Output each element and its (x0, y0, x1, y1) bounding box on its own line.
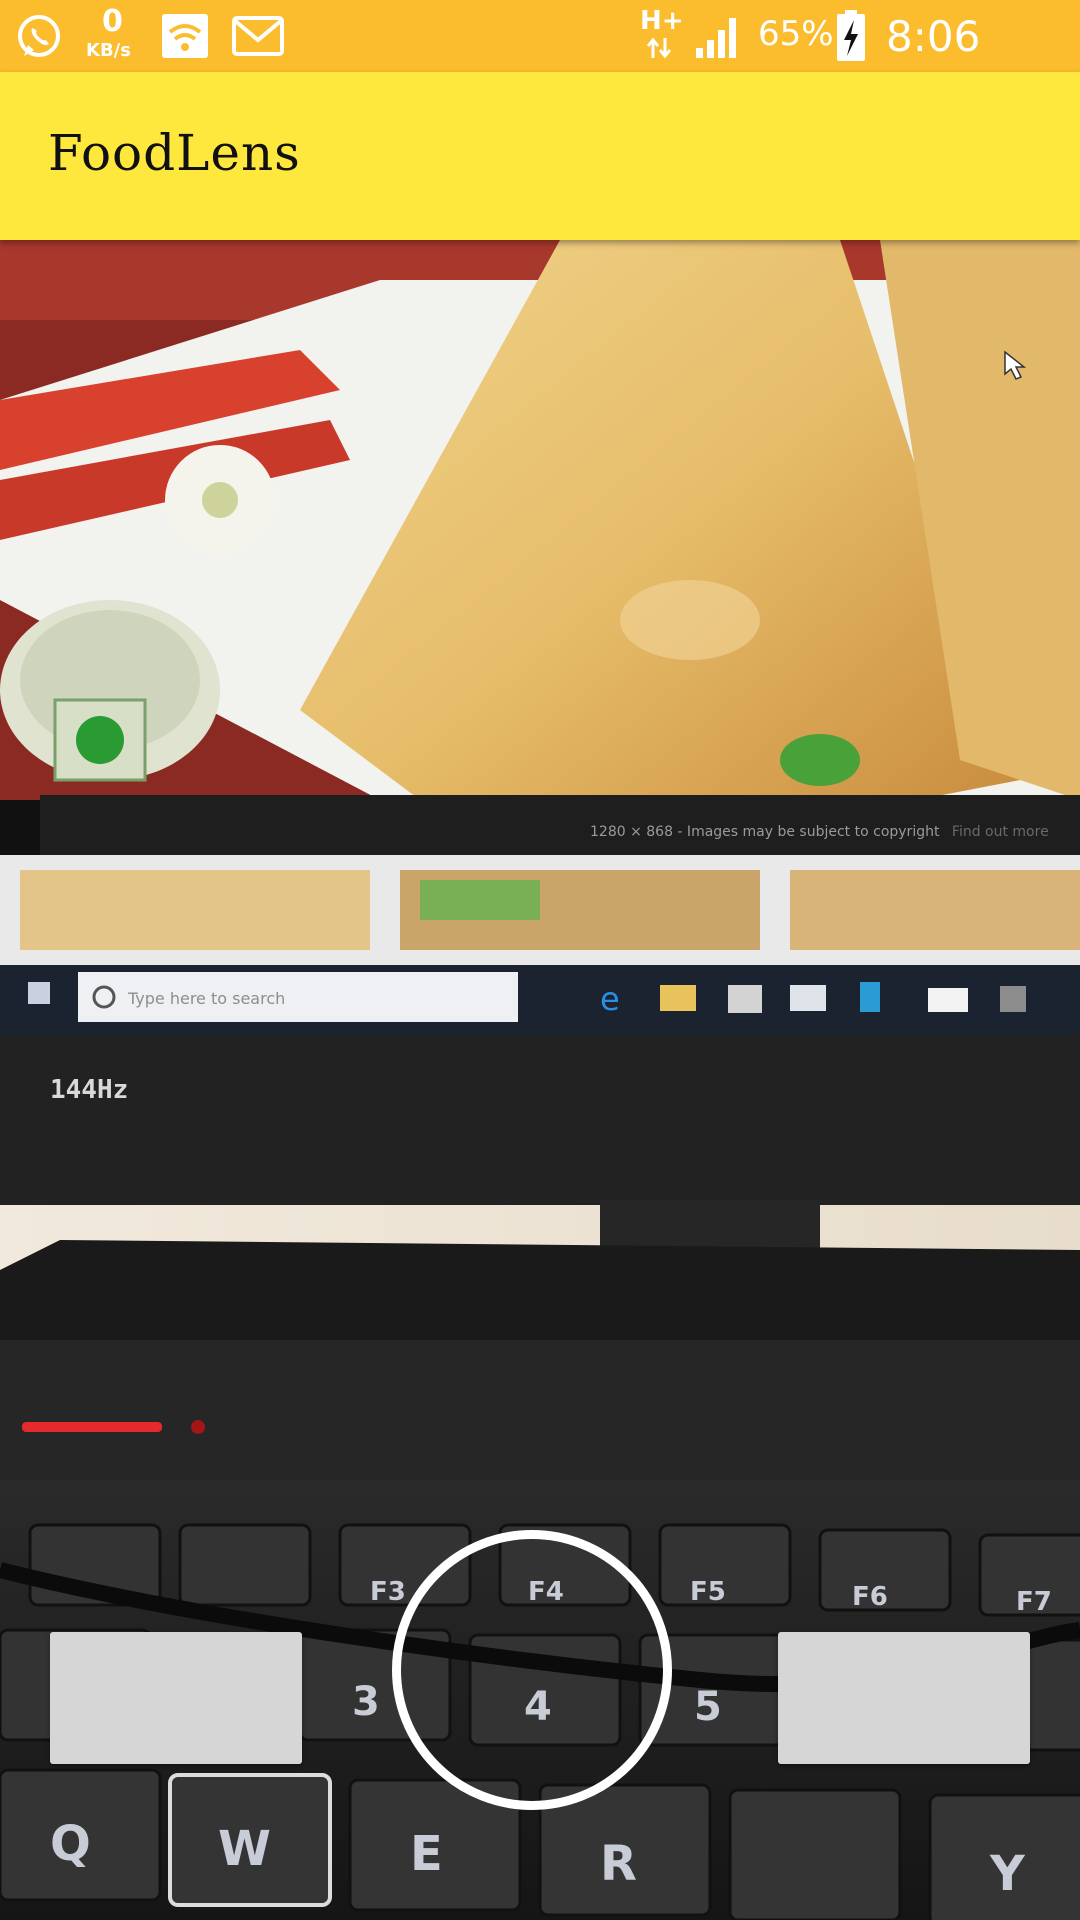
flower-garnish (165, 445, 275, 555)
key-f3: F3 (370, 1577, 406, 1607)
data-speed-unit: KB/s (86, 40, 131, 61)
status-bar: 0 KB/s H+ 65% 8:06 a.m. (0, 0, 1080, 110)
data-arrows-icon (646, 37, 672, 59)
wifi-icon (162, 14, 208, 58)
key-q: Q (50, 1816, 91, 1872)
battery-charging-icon (837, 10, 865, 61)
key-e: E (410, 1826, 443, 1882)
key-f5: F5 (690, 1577, 726, 1607)
gmail-icon (232, 16, 284, 56)
key-3: 3 (352, 1679, 380, 1725)
key-y: Y (989, 1846, 1026, 1902)
battery-percent: 65% (758, 14, 834, 54)
key-f7: F7 (1016, 1587, 1052, 1617)
shutter-button[interactable] (392, 1530, 672, 1810)
signal-icon (696, 18, 736, 58)
key-5: 5 (694, 1684, 722, 1730)
monitor-badge: 144Hz (50, 1075, 128, 1105)
whatsapp-icon (18, 15, 60, 57)
taskbar-search: Type here to search (127, 989, 285, 1008)
key-w: W (218, 1821, 271, 1877)
app-title: FoodLens (48, 124, 301, 182)
key-r: R (600, 1836, 637, 1892)
right-action-button[interactable] (778, 1632, 1030, 1764)
data-speed-value: 0 (102, 4, 123, 39)
svg-text:e: e (600, 980, 620, 1018)
network-type: H+ (640, 6, 684, 36)
key-f6: F6 (852, 1582, 888, 1612)
app-bar: FoodLens (0, 72, 1080, 240)
screen-caption: 1280 × 868 - Images may be subject to co… (590, 824, 1049, 840)
left-action-button[interactable] (50, 1632, 302, 1764)
